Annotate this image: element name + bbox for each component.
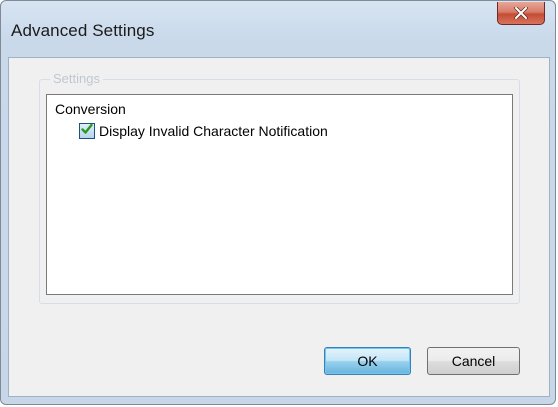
invalid-char-notification-label[interactable]: Display Invalid Character Notification: [99, 123, 328, 139]
category-conversion: Conversion: [55, 101, 126, 117]
title-bar[interactable]: Advanced Settings: [1, 1, 555, 57]
settings-groupbox: Settings Conversion Display Invalid Char…: [39, 71, 520, 304]
invalid-char-notification-checkbox[interactable]: [79, 123, 95, 139]
checkmark-icon: [81, 122, 93, 140]
close-icon: [514, 7, 528, 19]
dialog-content: Settings Conversion Display Invalid Char…: [8, 57, 550, 397]
settings-group-label: Settings: [50, 71, 103, 86]
settings-list[interactable]: Conversion Display Invalid Character Not…: [46, 94, 513, 295]
window-title: Advanced Settings: [11, 21, 155, 40]
advanced-settings-dialog: Advanced Settings Settings Conversion Di…: [0, 0, 556, 405]
option-invalid-char-notification[interactable]: Display Invalid Character Notification: [79, 123, 328, 139]
cancel-button[interactable]: Cancel: [427, 347, 520, 375]
ok-button[interactable]: OK: [324, 347, 411, 375]
close-button[interactable]: [497, 2, 545, 25]
